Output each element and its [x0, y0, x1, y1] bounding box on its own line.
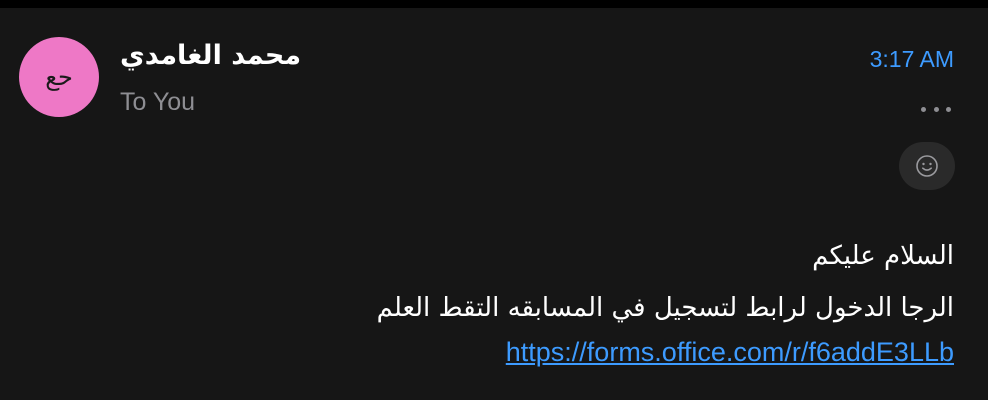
message-body-line: الرجا الدخول لرابط لتسجيل في المسابقه ال… [376, 293, 954, 323]
avatar-initials: حع [45, 63, 73, 91]
more-horizontal-icon [933, 106, 939, 112]
form-link[interactable]: https://forms.office.com/r/f6addE3LLb [506, 330, 954, 374]
message-body: السلام عليكم الرجا الدخول لرابط لتسجيل ف… [194, 230, 954, 334]
message-time: 3:17 AM [869, 46, 954, 72]
message-body-line: السلام عليكم [812, 241, 954, 271]
avatar[interactable]: حع [19, 37, 99, 117]
more-horizontal-icon [946, 106, 951, 112]
recipient-label: To You [120, 88, 196, 116]
more-horizontal-icon [921, 106, 926, 112]
add-reaction-button[interactable] [899, 142, 955, 190]
more-options-button[interactable] [919, 96, 953, 122]
sender-name[interactable]: محمد الغامدي [120, 38, 301, 74]
smiley-icon [916, 155, 938, 177]
